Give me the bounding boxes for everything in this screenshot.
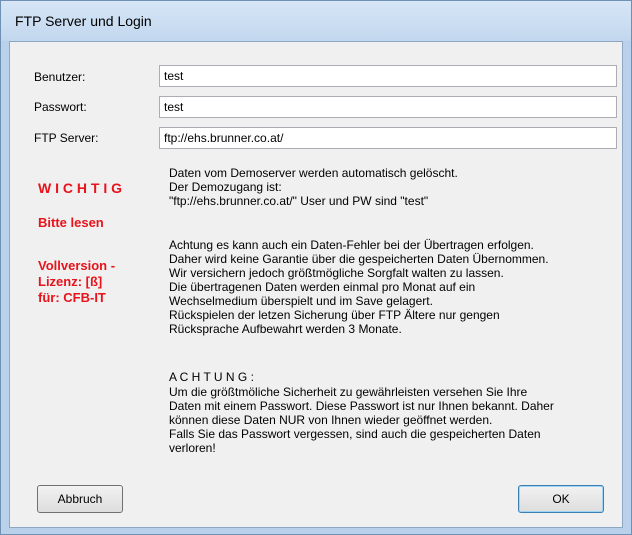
wichtig-note: W I C H T I G: [38, 180, 122, 196]
cancel-button[interactable]: Abbruch: [37, 485, 123, 513]
dialog-window: FTP Server und Login Benutzer: test Pass…: [0, 0, 632, 535]
password-info-text: Um die größtmöliche Sicherheit zu gewähr…: [169, 385, 554, 455]
license-line-1: Vollversion -: [38, 258, 116, 273]
achtung-heading: A C H T U N G :: [169, 370, 254, 384]
demo-info-text: Daten vom Demoserver werden automatisch …: [169, 166, 458, 208]
user-label: Benutzer:: [34, 70, 86, 84]
bitte-lesen-note: Bitte lesen: [38, 215, 104, 230]
server-input[interactable]: ftp://ehs.brunner.co.at/: [159, 127, 617, 149]
ok-button[interactable]: OK: [518, 485, 604, 513]
dialog-body: Benutzer: test Passwort: test FTP Server…: [9, 41, 623, 528]
user-input[interactable]: test: [159, 65, 617, 87]
password-label: Passwort:: [34, 100, 87, 114]
server-label: FTP Server:: [34, 131, 99, 145]
title-bar[interactable]: FTP Server und Login: [1, 1, 631, 41]
warranty-info-text: Achtung es kann auch ein Daten-Fehler be…: [169, 238, 549, 336]
license-line-2: Lizenz: [ß]: [38, 274, 103, 289]
license-line-3: für: CFB-IT: [38, 290, 106, 305]
window-title: FTP Server und Login: [15, 13, 152, 29]
password-input[interactable]: test: [159, 96, 617, 118]
